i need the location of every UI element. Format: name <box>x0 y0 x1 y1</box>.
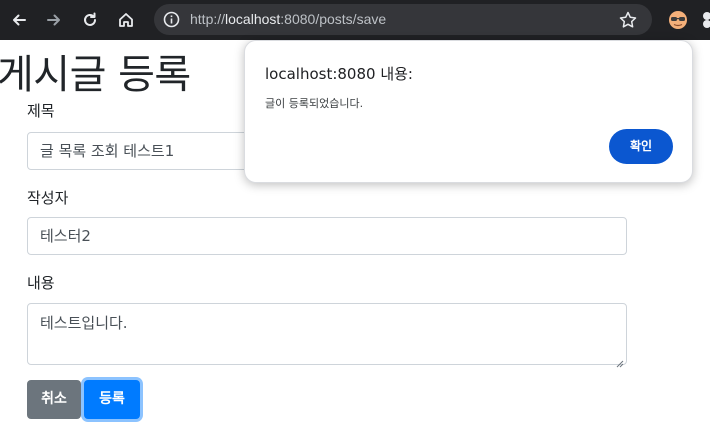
bookmark-star-icon[interactable] <box>618 10 638 30</box>
url-path: :8080/posts/save <box>280 11 387 27</box>
content-textarea[interactable]: 테스트입니다. <box>27 303 627 368</box>
profile-avatar-icon[interactable] <box>668 10 688 30</box>
title-label: 제목 <box>27 102 55 120</box>
dialog-title: localhost:8080 내용: <box>265 65 413 83</box>
back-arrow-icon[interactable] <box>8 9 30 31</box>
url-text: http://localhost:8080/posts/save <box>190 11 386 27</box>
author-input[interactable]: 테스터2 <box>27 217 627 255</box>
site-info-icon[interactable] <box>162 10 181 29</box>
confirm-button[interactable]: 확인 <box>609 129 673 164</box>
forward-arrow-icon[interactable] <box>43 9 65 31</box>
alert-dialog: localhost:8080 내용: 글이 등록되었습니다. 확인 <box>244 40 693 183</box>
reload-icon[interactable] <box>79 9 101 31</box>
address-bar[interactable]: http://localhost:8080/posts/save <box>154 4 652 35</box>
content-label: 내용 <box>27 274 55 292</box>
extension-icon[interactable] <box>700 10 710 30</box>
author-label: 작성자 <box>27 189 69 207</box>
page-title: 게시글 등록 <box>0 52 191 98</box>
content-text: 테스트입니다. <box>40 314 128 332</box>
home-icon[interactable] <box>115 9 137 31</box>
submit-button[interactable]: 등록 <box>84 380 140 419</box>
cancel-button[interactable]: 취소 <box>27 380 81 419</box>
dialog-message: 글이 등록되었습니다. <box>265 97 364 110</box>
browser-toolbar: http://localhost:8080/posts/save <box>0 0 710 40</box>
resize-grip-icon[interactable] <box>616 354 624 368</box>
url-host: localhost <box>225 11 281 27</box>
url-scheme: http:// <box>190 11 226 27</box>
